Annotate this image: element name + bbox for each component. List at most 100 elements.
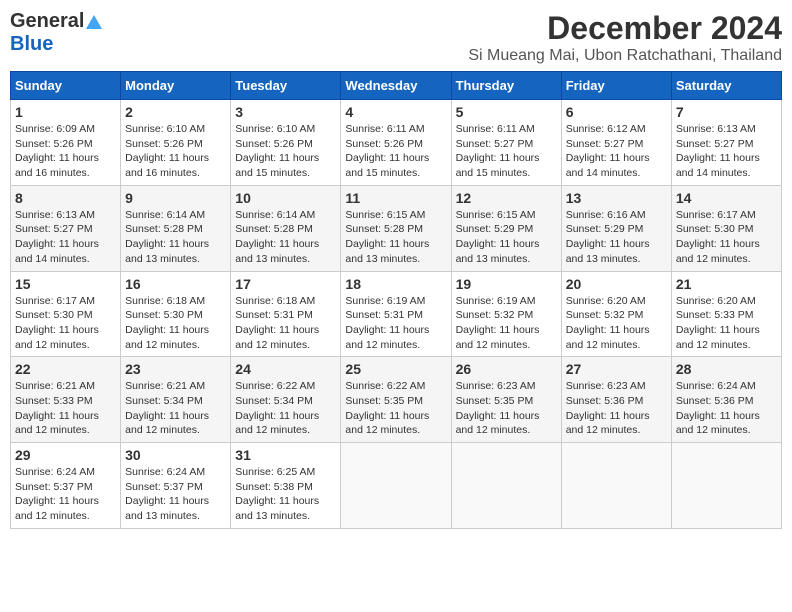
day-number: 13 [566, 190, 667, 206]
day-info: Sunrise: 6:20 AMSunset: 5:33 PMDaylight:… [676, 294, 777, 353]
col-sunday: Sunday [11, 72, 121, 100]
calendar-title: December 2024 [468, 10, 782, 47]
table-row: 22Sunrise: 6:21 AMSunset: 5:33 PMDayligh… [11, 357, 121, 443]
table-row: 15Sunrise: 6:17 AMSunset: 5:30 PMDayligh… [11, 271, 121, 357]
day-number: 30 [125, 447, 226, 463]
day-number: 24 [235, 361, 336, 377]
day-number: 25 [345, 361, 446, 377]
day-info: Sunrise: 6:23 AMSunset: 5:36 PMDaylight:… [566, 379, 667, 438]
calendar-table: Sunday Monday Tuesday Wednesday Thursday… [10, 71, 782, 529]
col-saturday: Saturday [671, 72, 781, 100]
day-number: 10 [235, 190, 336, 206]
day-info: Sunrise: 6:22 AMSunset: 5:34 PMDaylight:… [235, 379, 336, 438]
day-info: Sunrise: 6:19 AMSunset: 5:32 PMDaylight:… [456, 294, 557, 353]
table-row: 28 Sunrise: 6:24 AMSunset: 5:36 PMDayligh… [671, 357, 781, 443]
day-number: 14 [676, 190, 777, 206]
logo-triangle-icon [86, 15, 102, 29]
day-info: Sunrise: 6:23 AMSunset: 5:35 PMDaylight:… [456, 379, 557, 438]
calendar-week-row: 29 Sunrise: 6:24 AMSunset: 5:37 PMDayligh… [11, 443, 782, 529]
day-number: 8 [15, 190, 116, 206]
table-row [341, 443, 451, 529]
table-row: 23 Sunrise: 6:21 AMSunset: 5:34 PMDayligh… [121, 357, 231, 443]
day-info: Sunrise: 6:15 AMSunset: 5:29 PMDaylight:… [456, 208, 557, 267]
day-info: Sunrise: 6:12 AMSunset: 5:27 PMDaylight:… [566, 122, 667, 181]
table-row: 26 Sunrise: 6:23 AMSunset: 5:35 PMDayligh… [451, 357, 561, 443]
day-number: 28 [676, 361, 777, 377]
day-number: 9 [125, 190, 226, 206]
table-row: 5 Sunrise: 6:11 AMSunset: 5:27 PMDaylight… [451, 100, 561, 186]
day-number: 2 [125, 104, 226, 120]
day-info: Sunrise: 6:09 AMSunset: 5:26 PMDaylight:… [15, 122, 116, 181]
table-row: 2 Sunrise: 6:10 AMSunset: 5:26 PMDaylight… [121, 100, 231, 186]
day-number: 29 [15, 447, 116, 463]
day-number: 26 [456, 361, 557, 377]
table-row: 24 Sunrise: 6:22 AMSunset: 5:34 PMDayligh… [231, 357, 341, 443]
col-tuesday: Tuesday [231, 72, 341, 100]
table-row: 18 Sunrise: 6:19 AMSunset: 5:31 PMDayligh… [341, 271, 451, 357]
day-number: 19 [456, 276, 557, 292]
calendar-week-row: 8Sunrise: 6:13 AMSunset: 5:27 PMDaylight… [11, 185, 782, 271]
table-row: 4Sunrise: 6:11 AMSunset: 5:26 PMDaylight… [341, 100, 451, 186]
day-number: 11 [345, 190, 446, 206]
page-header: General Blue December 2024 Si Mueang Mai… [10, 10, 782, 65]
table-row: 9 Sunrise: 6:14 AMSunset: 5:28 PMDaylight… [121, 185, 231, 271]
calendar-week-row: 1 Sunrise: 6:09 AMSunset: 5:26 PMDaylight… [11, 100, 782, 186]
day-number: 1 [15, 104, 116, 120]
table-row: 10 Sunrise: 6:14 AMSunset: 5:28 PMDayligh… [231, 185, 341, 271]
table-row: 21 Sunrise: 6:20 AMSunset: 5:33 PMDayligh… [671, 271, 781, 357]
day-number: 6 [566, 104, 667, 120]
day-info: Sunrise: 6:24 AMSunset: 5:37 PMDaylight:… [15, 465, 116, 524]
day-info: Sunrise: 6:21 AMSunset: 5:34 PMDaylight:… [125, 379, 226, 438]
day-info: Sunrise: 6:25 AMSunset: 5:38 PMDaylight:… [235, 465, 336, 524]
table-row [561, 443, 671, 529]
table-row: 1 Sunrise: 6:09 AMSunset: 5:26 PMDaylight… [11, 100, 121, 186]
title-block: December 2024 Si Mueang Mai, Ubon Ratcha… [468, 10, 782, 65]
day-info: Sunrise: 6:17 AMSunset: 5:30 PMDaylight:… [15, 294, 116, 353]
day-number: 16 [125, 276, 226, 292]
logo: General Blue [10, 10, 102, 56]
table-row: 29 Sunrise: 6:24 AMSunset: 5:37 PMDayligh… [11, 443, 121, 529]
table-row: 12 Sunrise: 6:15 AMSunset: 5:29 PMDayligh… [451, 185, 561, 271]
day-number: 4 [345, 104, 446, 120]
logo-general-text: General [10, 10, 84, 33]
day-number: 18 [345, 276, 446, 292]
day-info: Sunrise: 6:17 AMSunset: 5:30 PMDaylight:… [676, 208, 777, 267]
table-row: 7 Sunrise: 6:13 AMSunset: 5:27 PMDaylight… [671, 100, 781, 186]
calendar-subtitle: Si Mueang Mai, Ubon Ratchathani, Thailan… [468, 47, 782, 65]
table-row: 13Sunrise: 6:16 AMSunset: 5:29 PMDayligh… [561, 185, 671, 271]
table-row: 20 Sunrise: 6:20 AMSunset: 5:32 PMDayligh… [561, 271, 671, 357]
table-row: 27 Sunrise: 6:23 AMSunset: 5:36 PMDayligh… [561, 357, 671, 443]
day-info: Sunrise: 6:10 AMSunset: 5:26 PMDaylight:… [235, 122, 336, 181]
table-row: 31Sunrise: 6:25 AMSunset: 5:38 PMDayligh… [231, 443, 341, 529]
table-row [451, 443, 561, 529]
table-row: 19 Sunrise: 6:19 AMSunset: 5:32 PMDayligh… [451, 271, 561, 357]
table-row: 11Sunrise: 6:15 AMSunset: 5:28 PMDayligh… [341, 185, 451, 271]
day-number: 23 [125, 361, 226, 377]
table-row: 14 Sunrise: 6:17 AMSunset: 5:30 PMDayligh… [671, 185, 781, 271]
day-number: 3 [235, 104, 336, 120]
day-number: 17 [235, 276, 336, 292]
day-number: 12 [456, 190, 557, 206]
day-number: 7 [676, 104, 777, 120]
table-row: 17 Sunrise: 6:18 AMSunset: 5:31 PMDayligh… [231, 271, 341, 357]
day-info: Sunrise: 6:13 AMSunset: 5:27 PMDaylight:… [676, 122, 777, 181]
day-number: 21 [676, 276, 777, 292]
day-number: 5 [456, 104, 557, 120]
day-info: Sunrise: 6:24 AMSunset: 5:36 PMDaylight:… [676, 379, 777, 438]
day-info: Sunrise: 6:18 AMSunset: 5:31 PMDaylight:… [235, 294, 336, 353]
day-info: Sunrise: 6:21 AMSunset: 5:33 PMDaylight:… [15, 379, 116, 438]
table-row: 3 Sunrise: 6:10 AMSunset: 5:26 PMDaylight… [231, 100, 341, 186]
day-info: Sunrise: 6:19 AMSunset: 5:31 PMDaylight:… [345, 294, 446, 353]
day-info: Sunrise: 6:11 AMSunset: 5:27 PMDaylight:… [456, 122, 557, 181]
day-info: Sunrise: 6:20 AMSunset: 5:32 PMDaylight:… [566, 294, 667, 353]
day-info: Sunrise: 6:10 AMSunset: 5:26 PMDaylight:… [125, 122, 226, 181]
calendar-week-row: 22Sunrise: 6:21 AMSunset: 5:33 PMDayligh… [11, 357, 782, 443]
day-info: Sunrise: 6:14 AMSunset: 5:28 PMDaylight:… [125, 208, 226, 267]
day-number: 20 [566, 276, 667, 292]
day-info: Sunrise: 6:14 AMSunset: 5:28 PMDaylight:… [235, 208, 336, 267]
day-info: Sunrise: 6:22 AMSunset: 5:35 PMDaylight:… [345, 379, 446, 438]
day-info: Sunrise: 6:24 AMSunset: 5:37 PMDaylight:… [125, 465, 226, 524]
day-info: Sunrise: 6:18 AMSunset: 5:30 PMDaylight:… [125, 294, 226, 353]
col-wednesday: Wednesday [341, 72, 451, 100]
day-number: 27 [566, 361, 667, 377]
